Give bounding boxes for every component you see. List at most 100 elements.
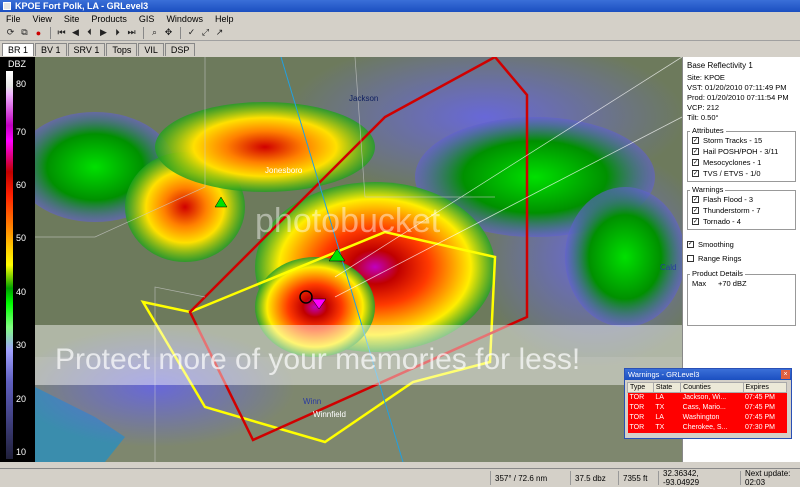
watermark-tagline: Protect more of your memories for less!: [55, 343, 580, 376]
cell-counties: Cherokee, S...: [680, 422, 744, 433]
close-icon[interactable]: ×: [781, 370, 790, 379]
cell-expires: 07:45 PM: [743, 402, 787, 413]
attr-storm-tracks[interactable]: ✓ Storm Tracks - 15: [692, 135, 791, 146]
title-bar: KPOE Fort Polk, LA - GRLevel3: [0, 0, 800, 12]
step-back-icon[interactable]: ◀: [69, 27, 82, 39]
checkbox-checked-icon[interactable]: ✓: [692, 137, 699, 144]
checkbox-checked-icon[interactable]: ✓: [692, 207, 699, 214]
warn-thunderstorm[interactable]: ✓ Thunderstorm - 7: [692, 205, 791, 216]
scale-tick: 60: [16, 180, 27, 190]
range-rings-label: Range Rings: [698, 253, 742, 263]
attr-mesocyclones[interactable]: ✓ Mesocyclones - 1: [692, 157, 791, 168]
column-state[interactable]: State: [652, 382, 682, 393]
app-icon: [3, 2, 11, 10]
menu-view[interactable]: View: [27, 14, 58, 24]
max-row: Max +70 dBZ: [692, 278, 791, 289]
radar-map[interactable]: Jackson Jonesboro Winnfield Winn Cald Pr…: [35, 57, 682, 462]
cell-expires: 07:45 PM: [743, 412, 787, 423]
copy-icon[interactable]: ⧉: [18, 27, 31, 39]
record-icon[interactable]: ●: [32, 27, 45, 39]
column-counties[interactable]: Counties: [680, 382, 744, 393]
checkbox-checked-icon[interactable]: ✓: [692, 148, 699, 155]
attr-tvs[interactable]: ✓ TVS / ETVS - 1/0: [692, 168, 791, 179]
max-value: +70 dBZ: [718, 279, 747, 288]
menu-help[interactable]: Help: [209, 14, 240, 24]
dbz-color-scale: DBZ 80 70 60 50 40 30 20 10: [0, 57, 35, 462]
warnings-table: Type State Counties Expires TOR LA Jacks…: [627, 382, 788, 433]
next-frame-icon[interactable]: ⏵: [111, 27, 124, 39]
menu-file[interactable]: File: [0, 14, 27, 24]
menu-products[interactable]: Products: [85, 14, 133, 24]
last-frame-icon[interactable]: ⏭: [125, 27, 138, 39]
status-next-update: Next update: 02:03: [740, 469, 800, 487]
measure-tool-icon[interactable]: ⤢: [199, 27, 212, 39]
warnings-window-titlebar[interactable]: Warnings - GRLevel3 ×: [625, 369, 791, 380]
warn-label: Thunderstorm - 7: [703, 206, 761, 215]
attr-hail[interactable]: ✓ Hail POSH/POH - 3/11: [692, 146, 791, 157]
cell-type: TOR: [627, 402, 654, 413]
attributes-title: Attributes: [690, 126, 726, 135]
tab-tops[interactable]: Tops: [106, 43, 138, 56]
menu-bar: File View Site Products GIS Windows Help: [0, 12, 800, 25]
map-label-winn: Winn: [303, 397, 321, 406]
toolbar-separator: [50, 26, 51, 39]
scale-unit-label: DBZ: [8, 59, 26, 69]
checkbox-checked-icon[interactable]: ✓: [692, 218, 699, 225]
warn-tornado[interactable]: ✓ Tornado - 4: [692, 216, 791, 227]
storm-track-tool-icon[interactable]: ✓: [185, 27, 198, 39]
menu-windows[interactable]: Windows: [160, 14, 209, 24]
table-row[interactable]: TOR LA Washington 07:45 PM: [627, 412, 787, 423]
info-vcp: VCP: 212: [687, 103, 720, 112]
map-label-winnfield: Winnfield: [313, 410, 346, 419]
smoothing-toggle[interactable]: ✓ Smoothing: [687, 238, 796, 250]
info-site: Site: KPOE: [687, 73, 725, 82]
play-icon[interactable]: ▶: [97, 27, 110, 39]
product-title: Base Reflectivity 1: [687, 61, 753, 70]
table-row[interactable]: TOR TX Cass, Mario... 07:45 PM: [627, 402, 787, 413]
radar-map-canvas[interactable]: Jackson Jonesboro Winnfield Winn Cald Pr…: [35, 57, 682, 462]
cell-state: LA: [653, 392, 681, 403]
menu-gis[interactable]: GIS: [133, 14, 161, 24]
scale-tick: 80: [16, 79, 27, 89]
checkbox-checked-icon[interactable]: ✓: [687, 240, 694, 248]
tab-dsp[interactable]: DSP: [164, 43, 196, 56]
cell-state: LA: [653, 412, 681, 423]
scale-tick: 40: [16, 287, 27, 297]
pan-icon[interactable]: ✥: [162, 27, 175, 39]
scale-tick: 20: [16, 394, 27, 404]
scale-tick: 70: [16, 127, 27, 137]
cell-type: TOR: [627, 422, 654, 433]
smoothing-label: Smoothing: [698, 239, 734, 249]
range-rings-toggle[interactable]: Range Rings: [687, 252, 796, 264]
warn-label: Flash Flood - 3: [703, 195, 754, 204]
tab-br1[interactable]: BR 1: [2, 43, 35, 56]
prev-frame-icon[interactable]: ⏴: [83, 27, 96, 39]
refresh-icon[interactable]: ⟳: [4, 27, 17, 39]
tab-bv1[interactable]: BV 1: [35, 43, 67, 56]
toolbar: ⟳ ⧉ ● ⏮ ◀ ⏴ ▶ ⏵ ⏭ ⌕ ✥ ✓ ⤢ ↗: [0, 25, 800, 41]
max-label: Max: [692, 279, 707, 288]
warnings-title: Warnings: [690, 185, 726, 194]
status-dbz: 37.5 dbz: [570, 471, 618, 485]
toolbar-separator: [143, 26, 144, 39]
column-expires[interactable]: Expires: [742, 382, 788, 393]
menu-site[interactable]: Site: [58, 14, 86, 24]
product-info: Site: KPOE VST: 01/20/2010 07:11:49 PM P…: [687, 73, 796, 123]
moderate-precip-area: [565, 187, 682, 327]
warnings-window[interactable]: Warnings - GRLevel3 × Type State Countie…: [624, 368, 792, 439]
checkbox-checked-icon[interactable]: ✓: [692, 170, 699, 177]
column-type[interactable]: Type: [627, 382, 654, 393]
checkbox-checked-icon[interactable]: ✓: [692, 159, 699, 166]
first-frame-icon[interactable]: ⏮: [55, 27, 68, 39]
checkbox-checked-icon[interactable]: ✓: [692, 196, 699, 203]
storm-cell-north: [155, 102, 375, 192]
tab-srv1[interactable]: SRV 1: [67, 43, 106, 56]
table-row[interactable]: TOR LA Jackson, Wi... 07:45 PM: [627, 392, 787, 403]
distance-tool-icon[interactable]: ↗: [213, 27, 226, 39]
zoom-icon[interactable]: ⌕: [148, 27, 161, 39]
warn-flash-flood[interactable]: ✓ Flash Flood - 3: [692, 194, 791, 205]
table-row[interactable]: TOR TX Cherokee, S... 07:30 PM: [627, 422, 787, 433]
tab-vil[interactable]: VIL: [138, 43, 164, 56]
product-details-title: Product Details: [690, 269, 745, 278]
checkbox-unchecked-icon[interactable]: [687, 254, 694, 262]
